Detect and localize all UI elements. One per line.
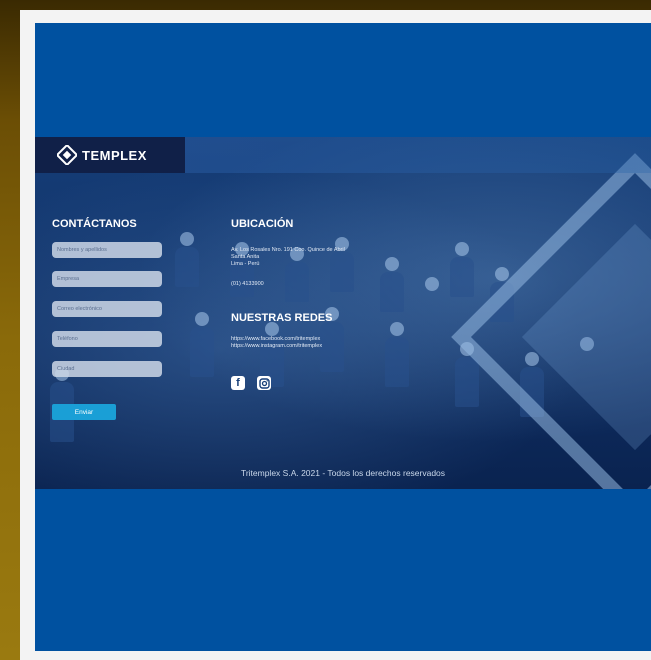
copyright-text: Tritemplex S.A. 2021 - Todos los derecho… [240, 468, 446, 478]
address-line-1: Av. Los Rosales Nro. 191 Coo. Quince de … [231, 247, 345, 253]
templex-logo-icon [57, 145, 77, 165]
facebook-link[interactable]: https://www.facebook.com/tritemplex [231, 336, 320, 343]
facebook-icon[interactable]: f [231, 376, 245, 390]
contact-title: CONTÁCTANOS [52, 218, 137, 230]
address-line-2: Santa Anita [231, 254, 260, 260]
phone-number: (01) 4133900 [231, 281, 264, 287]
instagram-glyph-icon [258, 377, 270, 389]
social-title: NUESTRAS REDES [231, 312, 333, 324]
name-field[interactable]: Nombres y apellidos [52, 242, 162, 258]
phone-field[interactable]: Teléfono [52, 331, 162, 347]
logo-text: TEMPLEX [82, 147, 147, 163]
location-title: UBICACIÓN [231, 218, 294, 230]
send-button[interactable]: Enviar [52, 404, 116, 420]
instagram-link[interactable]: https://www.instagram.com/tritemplex [231, 343, 322, 350]
contact-footer: TEMPLEX CONTÁCTANOS Nombres y apellidos … [35, 137, 651, 489]
company-field[interactable]: Empresa [52, 271, 162, 287]
templex-logo[interactable]: TEMPLEX [57, 145, 147, 165]
page-canvas: TEMPLEX CONTÁCTANOS Nombres y apellidos … [35, 23, 651, 651]
email-field[interactable]: Correo electrónico [52, 301, 162, 317]
city-field[interactable]: Ciudad [52, 361, 162, 377]
address-line-3: Lima - Perú [231, 261, 260, 267]
diamond-decoration [451, 153, 651, 489]
instagram-icon[interactable] [257, 376, 271, 390]
